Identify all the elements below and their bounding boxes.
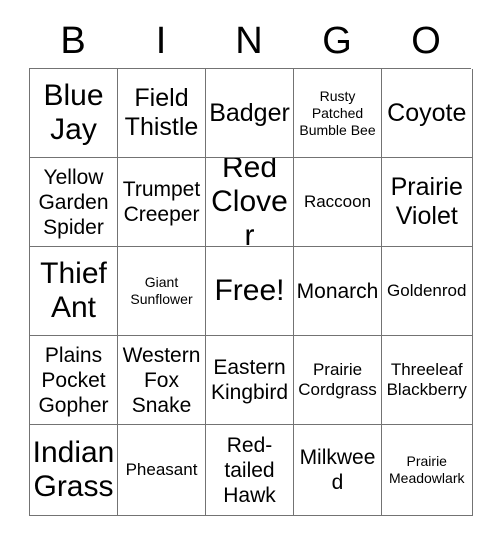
- bingo-cell-i2[interactable]: Trumpet Creeper: [118, 158, 206, 247]
- bingo-row-3: Thief Ant Giant Sunflower Free! Monarch …: [30, 247, 473, 336]
- bingo-cell-o5[interactable]: Prairie Meadowlark: [382, 425, 473, 516]
- bingo-cell-g4[interactable]: Prairie Cordgrass: [294, 336, 382, 425]
- bingo-row-1: Blue Jay Field Thistle Badger Rusty Patc…: [30, 69, 473, 158]
- bingo-cell-label: Trumpet Creeper: [122, 178, 201, 226]
- bingo-cell-label: Rusty Patched Bumble Bee: [299, 87, 376, 138]
- bingo-cell-label: Prairie Violet: [390, 173, 463, 230]
- bingo-header-letter-i: I: [155, 20, 167, 62]
- bingo-cell-b1[interactable]: Blue Jay: [30, 69, 118, 158]
- bingo-cell-i3[interactable]: Giant Sunflower: [118, 247, 206, 336]
- bingo-cell-o4[interactable]: Threeleaf Blackberry: [382, 336, 473, 425]
- bingo-cell-label: Blue Jay: [43, 79, 104, 146]
- bingo-cell-n4[interactable]: Eastern Kingbird: [206, 336, 294, 425]
- bingo-row-5: Indian Grass Pheasant Red-tailed Hawk Mi…: [30, 425, 473, 516]
- bingo-cell-o1[interactable]: Coyote: [382, 69, 473, 158]
- bingo-cell-b2[interactable]: Yellow Garden Spider: [30, 158, 118, 247]
- bingo-header-letter-b: B: [60, 20, 86, 62]
- bingo-header-letter-n: N: [235, 20, 263, 62]
- bingo-cell-label: Eastern Kingbird: [210, 356, 289, 404]
- bingo-cell-label: Milkweed: [299, 446, 376, 494]
- bingo-cell-b3[interactable]: Thief Ant: [30, 247, 118, 336]
- bingo-cell-n5[interactable]: Red-tailed Hawk: [206, 425, 294, 516]
- bingo-cell-g1[interactable]: Rusty Patched Bumble Bee: [294, 69, 382, 158]
- bingo-cell-o2[interactable]: Prairie Violet: [382, 158, 473, 247]
- bingo-cell-label: Yellow Garden Spider: [38, 165, 109, 239]
- bingo-row-2: Yellow Garden Spider Trumpet Creeper Red…: [30, 158, 473, 247]
- bingo-cell-label: Free!: [214, 274, 285, 307]
- bingo-cell-label: Coyote: [387, 98, 467, 127]
- bingo-cell-label: Western Fox Snake: [122, 343, 201, 417]
- bingo-cell-label: Field Thistle: [124, 84, 199, 141]
- bingo-cell-label: Threeleaf Blackberry: [386, 360, 467, 399]
- bingo-cell-i1[interactable]: Field Thistle: [118, 69, 206, 158]
- bingo-cell-label: Goldenrod: [387, 281, 467, 300]
- bingo-cell-o3[interactable]: Goldenrod: [382, 247, 473, 336]
- bingo-header-letter-o: O: [411, 20, 441, 62]
- bingo-card: B I N G O Blue Jay Field Thistle Badger …: [29, 14, 473, 516]
- bingo-cell-label: Badger: [209, 98, 290, 127]
- bingo-grid: Blue Jay Field Thistle Badger Rusty Patc…: [29, 68, 473, 516]
- bingo-header-letter-g: G: [322, 20, 352, 62]
- bingo-cell-label: Prairie Meadowlark: [389, 453, 465, 486]
- bingo-cell-label: Indian Grass: [32, 436, 115, 503]
- bingo-cell-label: Giant Sunflower: [130, 274, 193, 307]
- bingo-cell-label: Prairie Cordgrass: [298, 360, 377, 399]
- bingo-cell-label: Red-tailed Hawk: [223, 433, 276, 507]
- bingo-cell-i4[interactable]: Western Fox Snake: [118, 336, 206, 425]
- bingo-header: B I N G O: [29, 14, 471, 68]
- bingo-cell-b4[interactable]: Plains Pocket Gopher: [30, 336, 118, 425]
- bingo-row-4: Plains Pocket Gopher Western Fox Snake E…: [30, 336, 473, 425]
- bingo-cell-label: Pheasant: [125, 460, 198, 479]
- bingo-cell-label: Plains Pocket Gopher: [38, 343, 109, 417]
- bingo-cell-label: Monarch: [296, 279, 379, 303]
- bingo-cell-i5[interactable]: Pheasant: [118, 425, 206, 516]
- bingo-cell-n1[interactable]: Badger: [206, 69, 294, 158]
- bingo-cell-g3[interactable]: Monarch: [294, 247, 382, 336]
- bingo-cell-n2[interactable]: Red Clover: [206, 158, 294, 247]
- bingo-cell-g2[interactable]: Raccoon: [294, 158, 382, 247]
- bingo-cell-g5[interactable]: Milkweed: [294, 425, 382, 516]
- bingo-cell-label: Thief Ant: [40, 257, 107, 324]
- bingo-cell-b5[interactable]: Indian Grass: [30, 425, 118, 516]
- bingo-cell-free-space[interactable]: Free!: [206, 247, 294, 336]
- bingo-cell-label: Raccoon: [303, 192, 372, 211]
- bingo-cell-label: Red Clover: [211, 158, 288, 247]
